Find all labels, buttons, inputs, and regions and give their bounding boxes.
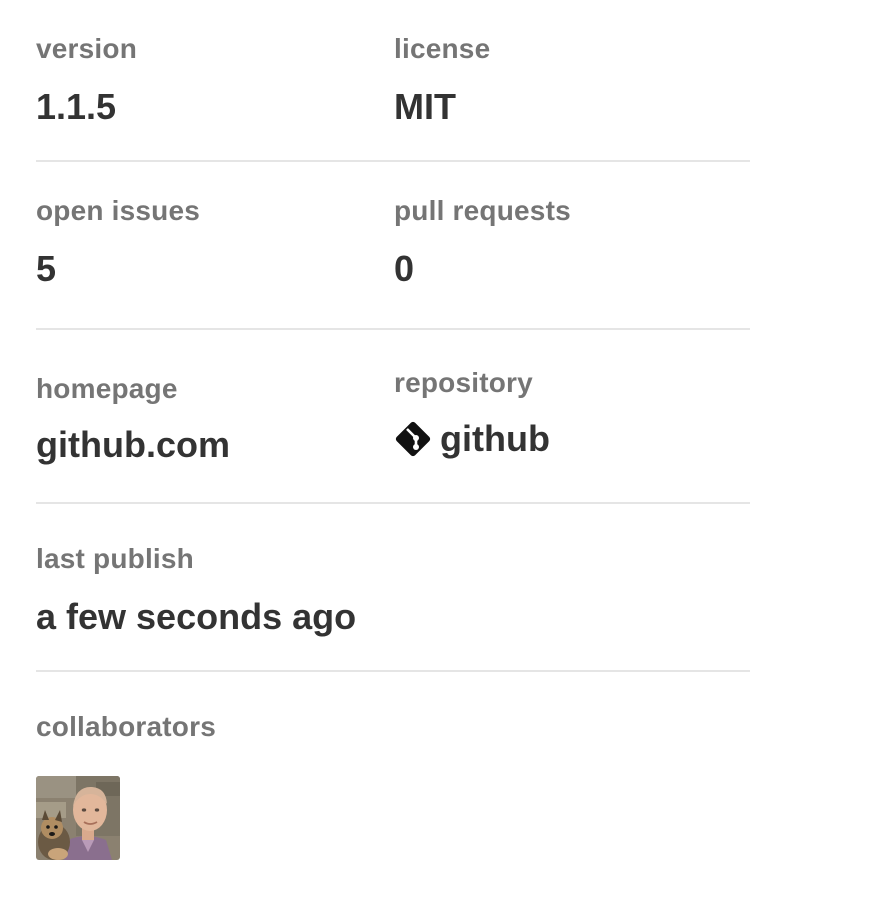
homepage-label: homepage (36, 373, 178, 404)
issues-pulls-row: open issues 5 pull requests 0 (36, 162, 750, 330)
pull-requests-link[interactable]: 0 (394, 248, 752, 290)
pull-requests-section: pull requests 0 (394, 194, 752, 328)
repository-link-text: github (440, 418, 550, 459)
version-label: version (36, 33, 137, 64)
version-section: version 1.1.5 (36, 32, 394, 160)
license-label: license (394, 33, 491, 64)
last-publish-label: last publish (36, 543, 194, 574)
open-issues-label: open issues (36, 195, 201, 226)
git-icon (394, 420, 432, 458)
last-publish-section: last publish a few seconds ago (36, 542, 750, 670)
open-issues-link[interactable]: 5 (36, 248, 394, 290)
homepage-link[interactable]: github.com (36, 424, 394, 466)
repository-section: repository github (394, 366, 752, 502)
version-value: 1.1.5 (36, 86, 117, 127)
last-publish-row: last publish a few seconds ago (36, 504, 750, 672)
license-value: MIT (394, 86, 456, 127)
collaborator-avatar[interactable] (36, 776, 120, 860)
version-license-row: version 1.1.5 license MIT (36, 0, 750, 162)
homepage-repository-row: homepage github.com repository github (36, 330, 750, 504)
collaborators-label: collaborators (36, 711, 216, 742)
package-sidebar: version 1.1.5 license MIT open issues 5 … (36, 0, 750, 860)
collaborators-section: collaborators (36, 710, 750, 860)
open-issues-section: open issues 5 (36, 194, 394, 328)
pull-requests-label: pull requests (394, 195, 571, 226)
homepage-section: homepage github.com (36, 366, 394, 502)
repository-label: repository (394, 367, 533, 398)
license-section: license MIT (394, 32, 752, 160)
repository-link[interactable]: github (394, 418, 550, 460)
last-publish-value: a few seconds ago (36, 596, 357, 637)
collaborators-row: collaborators (36, 672, 750, 860)
